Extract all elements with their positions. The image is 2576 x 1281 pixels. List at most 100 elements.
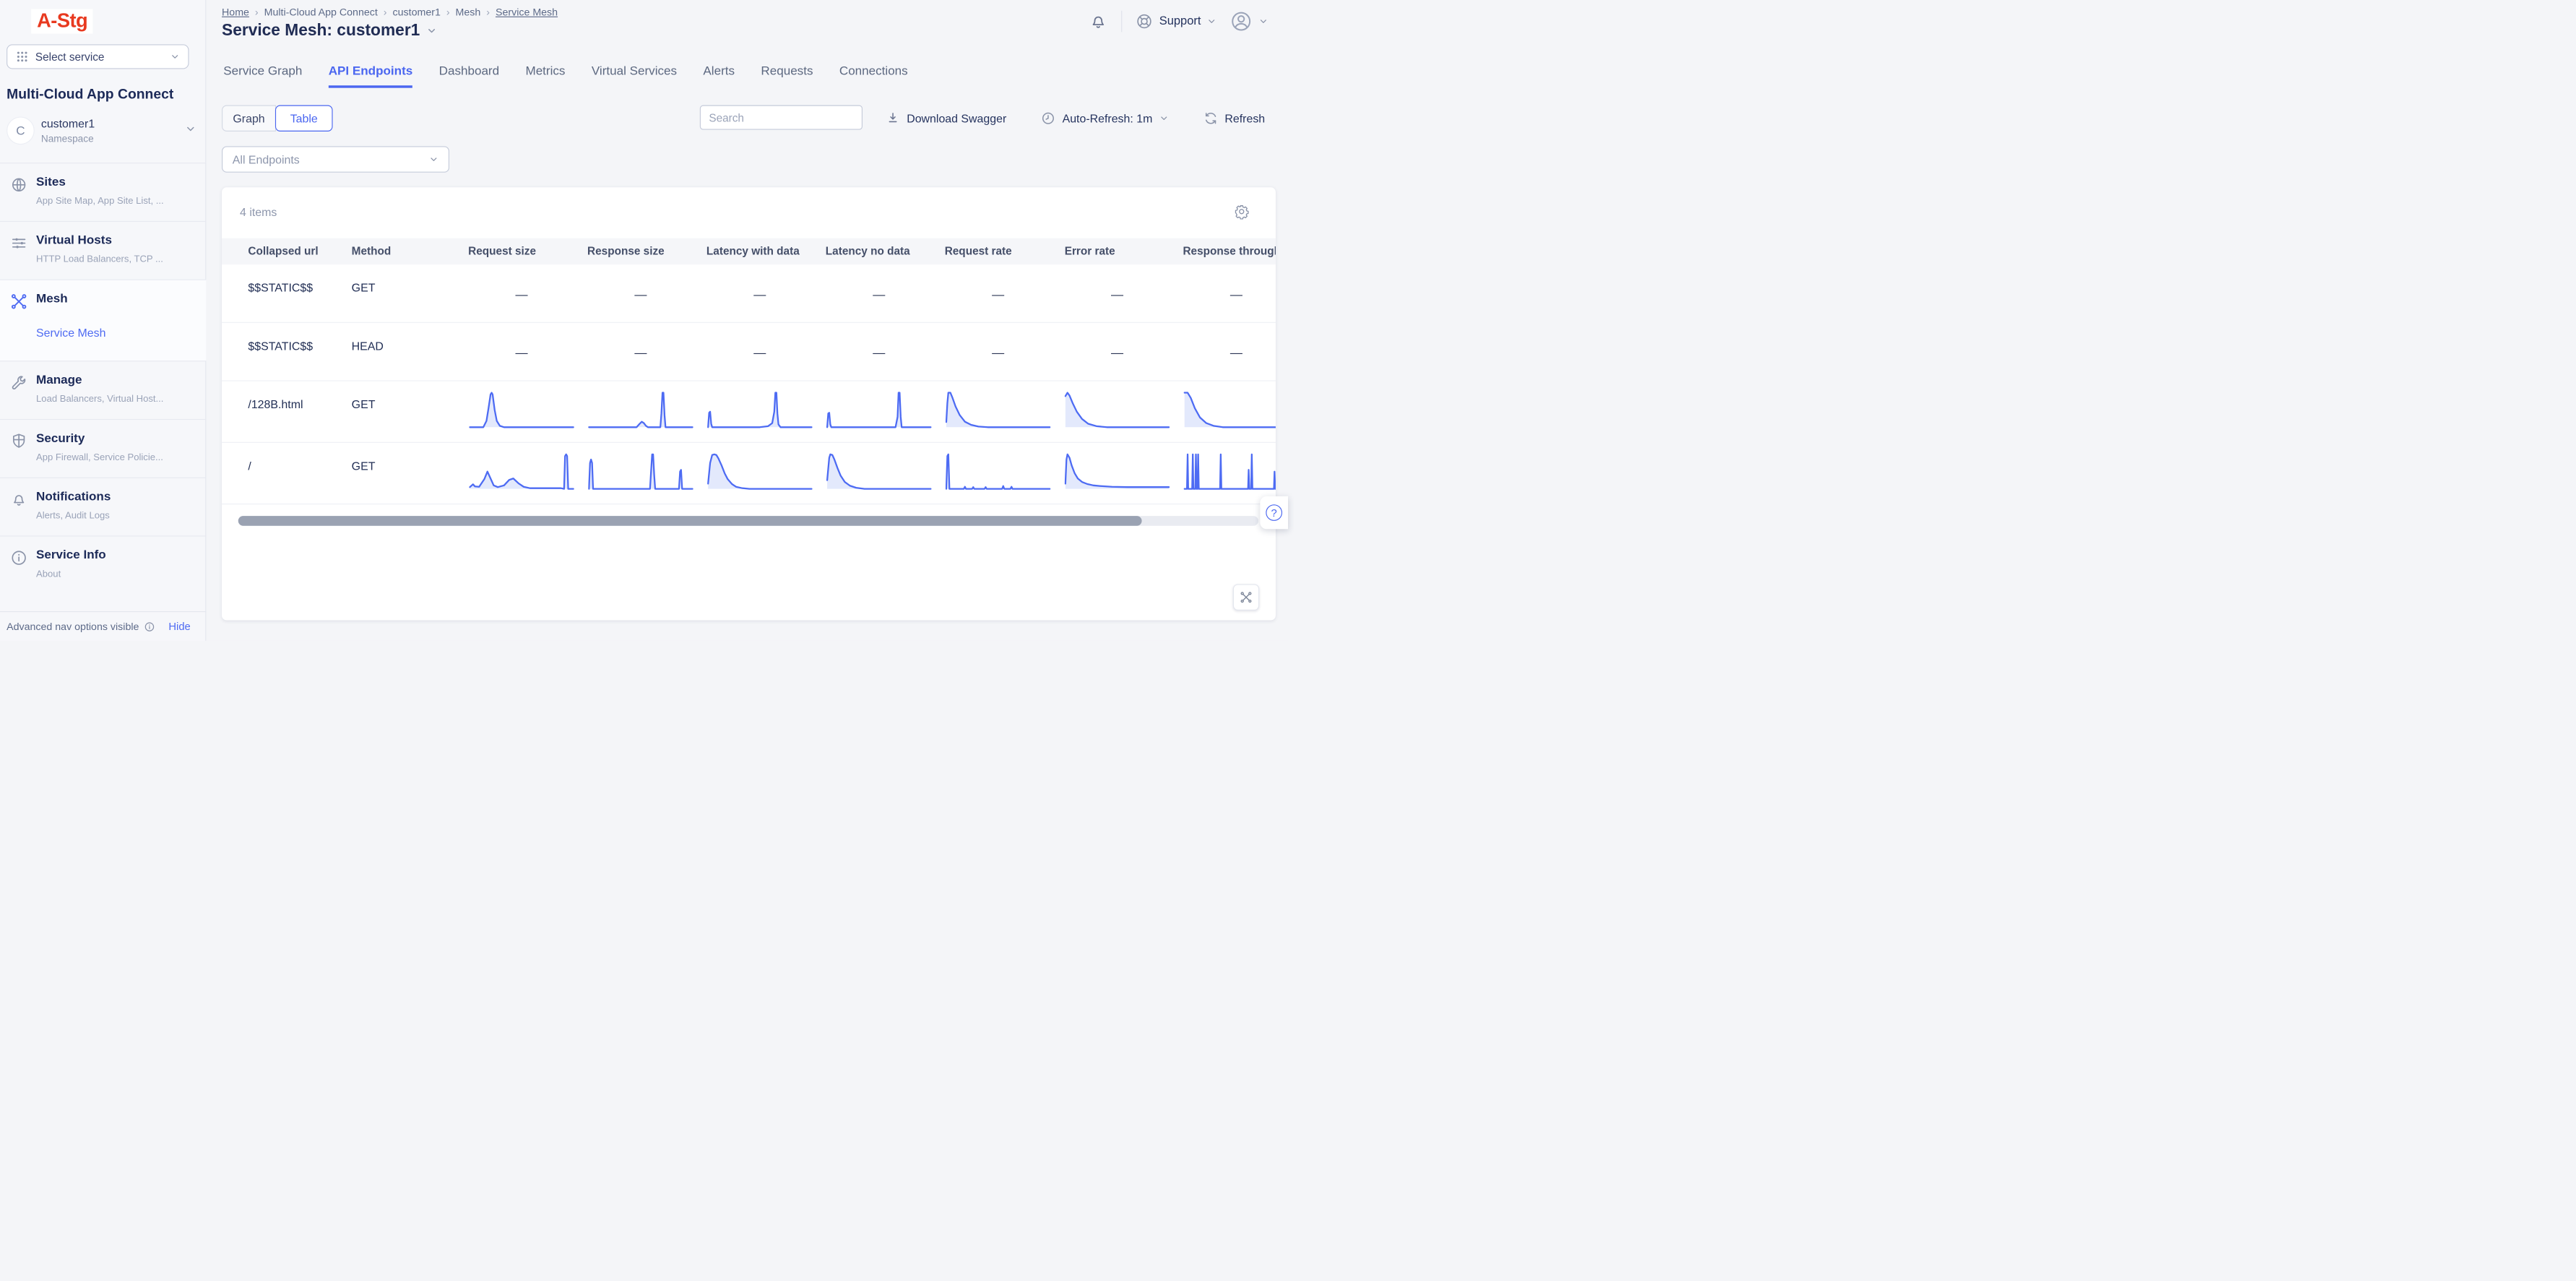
column-header-latency-no-data[interactable]: Latency no data: [826, 245, 910, 257]
breadcrumb-customer1[interactable]: customer1: [393, 7, 441, 18]
table-row[interactable]: $$STATIC$$ GET ———————: [222, 264, 1276, 323]
search-input[interactable]: [700, 105, 863, 130]
breadcrumb-home[interactable]: Home: [222, 7, 249, 18]
metric-cells: ———————: [222, 264, 1276, 322]
chevron-down-icon: [185, 124, 196, 135]
advanced-nav-footer: Advanced nav options visible Hide: [0, 611, 206, 641]
metric-empty-response-throughput: —: [1184, 288, 1276, 301]
sparkline-response-size[interactable]: [588, 389, 693, 429]
account-menu[interactable]: [1229, 10, 1268, 33]
sidebar-link-service-mesh[interactable]: Service Mesh: [36, 326, 105, 339]
mesh-expand-button[interactable]: [1233, 584, 1259, 610]
sparkline-latency-no-data[interactable]: [826, 389, 932, 429]
sidebar-item-subtitle: App Site Map, App Site List, ...: [36, 197, 164, 207]
sparkline-response-throughput[interactable]: [1184, 451, 1276, 491]
table-view-button[interactable]: Table: [275, 105, 333, 131]
sparkline-request-size[interactable]: [469, 451, 574, 491]
column-header-response-throughput[interactable]: Response throughput: [1183, 245, 1275, 257]
table-row[interactable]: / GET: [222, 443, 1276, 504]
sidebar-item-notifications[interactable]: Notifications Alerts, Audit Logs: [0, 478, 206, 536]
scrollbar-thumb[interactable]: [238, 516, 1142, 526]
sparkline-request-rate[interactable]: [946, 451, 1051, 491]
question-mark-icon: ?: [1266, 504, 1282, 521]
metric-empty-request-size: —: [469, 346, 574, 360]
column-header-request-size[interactable]: Request size: [468, 245, 536, 257]
sidebar-nav: Sites App Site Map, App Site List, ... V…: [0, 163, 206, 594]
page-title-row: Service Mesh: customer1: [222, 22, 437, 40]
tab-dashboard[interactable]: Dashboard: [439, 64, 499, 88]
namespace-selector[interactable]: C customer1 Namespace: [0, 113, 206, 156]
tab-metrics[interactable]: Metrics: [525, 64, 565, 88]
hide-nav-button[interactable]: Hide: [168, 621, 190, 633]
column-header-latency-with-data[interactable]: Latency with data: [706, 245, 800, 257]
sparkline-request-rate[interactable]: [946, 389, 1051, 429]
sparkline-latency-with-data[interactable]: [707, 389, 813, 429]
brand-logo: A-Stg: [31, 9, 93, 34]
lifebuoy-icon: [1136, 12, 1154, 30]
download-swagger-button[interactable]: Download Swagger: [886, 111, 1007, 126]
tab-connections[interactable]: Connections: [839, 64, 908, 88]
metric-empty-response-throughput: —: [1184, 346, 1276, 360]
sidebar-item-mesh[interactable]: Mesh Service Mesh: [0, 280, 206, 361]
tab-api-endpoints[interactable]: API Endpoints: [329, 64, 413, 88]
sidebar-item-subtitle: HTTP Load Balancers, TCP ...: [36, 255, 163, 265]
breadcrumb-service-mesh[interactable]: Service Mesh: [496, 7, 558, 18]
table-settings-gear-icon[interactable]: [1234, 204, 1250, 220]
endpoints-table-card: 4 items Collapsed url Method Request siz…: [222, 187, 1276, 620]
tab-alerts[interactable]: Alerts: [703, 64, 735, 88]
horizontal-scrollbar[interactable]: [238, 516, 1258, 526]
column-header-response-size[interactable]: Response size: [587, 245, 665, 257]
refresh-icon: [1203, 111, 1218, 126]
breadcrumb-app-connect[interactable]: Multi-Cloud App Connect: [264, 7, 378, 18]
select-service-label: Select service: [35, 51, 163, 63]
sidebar-item-manage[interactable]: Manage Load Balancers, Virtual Host...: [0, 361, 206, 419]
page-title: Service Mesh: customer1: [222, 22, 420, 40]
sparkline-response-size[interactable]: [588, 451, 693, 491]
sparkline-latency-no-data[interactable]: [826, 451, 932, 491]
auto-refresh-dropdown[interactable]: Auto-Refresh: 1m: [1041, 111, 1169, 126]
metric-empty-request-rate: —: [946, 288, 1051, 301]
main-content: Home › Multi-Cloud App Connect › custome…: [207, 0, 1288, 641]
table-row[interactable]: /128B.html GET: [222, 381, 1276, 443]
sidebar-item-security[interactable]: Security App Firewall, Service Policie..…: [0, 419, 206, 478]
metric-empty-latency-no-data: —: [826, 346, 932, 360]
notifications-bell-icon[interactable]: [1089, 12, 1108, 31]
refresh-button[interactable]: Refresh: [1203, 111, 1265, 126]
column-header-method[interactable]: Method: [352, 245, 392, 257]
sparkline-latency-with-data[interactable]: [707, 451, 813, 491]
sidebar-item-sites[interactable]: Sites App Site Map, App Site List, ...: [0, 163, 206, 221]
column-header-error-rate[interactable]: Error rate: [1065, 245, 1115, 257]
topbar-actions: Support: [1089, 10, 1268, 33]
graph-view-button[interactable]: Graph: [222, 105, 276, 131]
tab-virtual-services[interactable]: Virtual Services: [592, 64, 677, 88]
load-balancer-icon: [10, 234, 28, 252]
endpoint-filter-dropdown[interactable]: All Endpoints: [222, 146, 449, 172]
download-swagger-label: Download Swagger: [907, 112, 1006, 125]
sidebar-item-service-info[interactable]: Service Info About: [0, 535, 206, 594]
sparkline-request-size[interactable]: [469, 389, 574, 429]
toolbar-actions: Download Swagger Auto-Refresh: 1m Refres…: [886, 105, 1266, 131]
metric-empty-request-size: —: [469, 288, 574, 301]
select-service-dropdown[interactable]: Select service: [7, 44, 189, 69]
namespace-name: customer1: [41, 116, 95, 129]
support-menu[interactable]: Support: [1136, 12, 1216, 30]
sidebar-item-title: Manage: [36, 373, 82, 387]
table-body: $$STATIC$$ GET ——————— $$STATIC$$ HEAD —…: [222, 264, 1276, 504]
sidebar-item-subtitle: Load Balancers, Virtual Host...: [36, 394, 163, 405]
tab-service-graph[interactable]: Service Graph: [223, 64, 302, 88]
metric-empty-latency-with-data: —: [707, 288, 813, 301]
column-header-collapsed-url[interactable]: Collapsed url: [248, 245, 318, 257]
breadcrumb-mesh[interactable]: Mesh: [456, 7, 481, 18]
help-button[interactable]: ?: [1260, 496, 1288, 529]
sparkline-error-rate[interactable]: [1065, 389, 1170, 429]
tab-requests[interactable]: Requests: [761, 64, 813, 88]
chevron-down-icon[interactable]: [426, 25, 437, 36]
table-row[interactable]: $$STATIC$$ HEAD ———————: [222, 323, 1276, 381]
sparkline-response-throughput[interactable]: [1184, 389, 1276, 429]
sidebar-item-title: Mesh: [36, 292, 68, 306]
sparkline-error-rate[interactable]: [1065, 451, 1170, 491]
sidebar-item-virtual-hosts[interactable]: Virtual Hosts HTTP Load Balancers, TCP .…: [0, 221, 206, 280]
breadcrumb-separator: ›: [384, 7, 387, 18]
info-icon: [144, 621, 155, 632]
column-header-request-rate[interactable]: Request rate: [945, 245, 1012, 257]
